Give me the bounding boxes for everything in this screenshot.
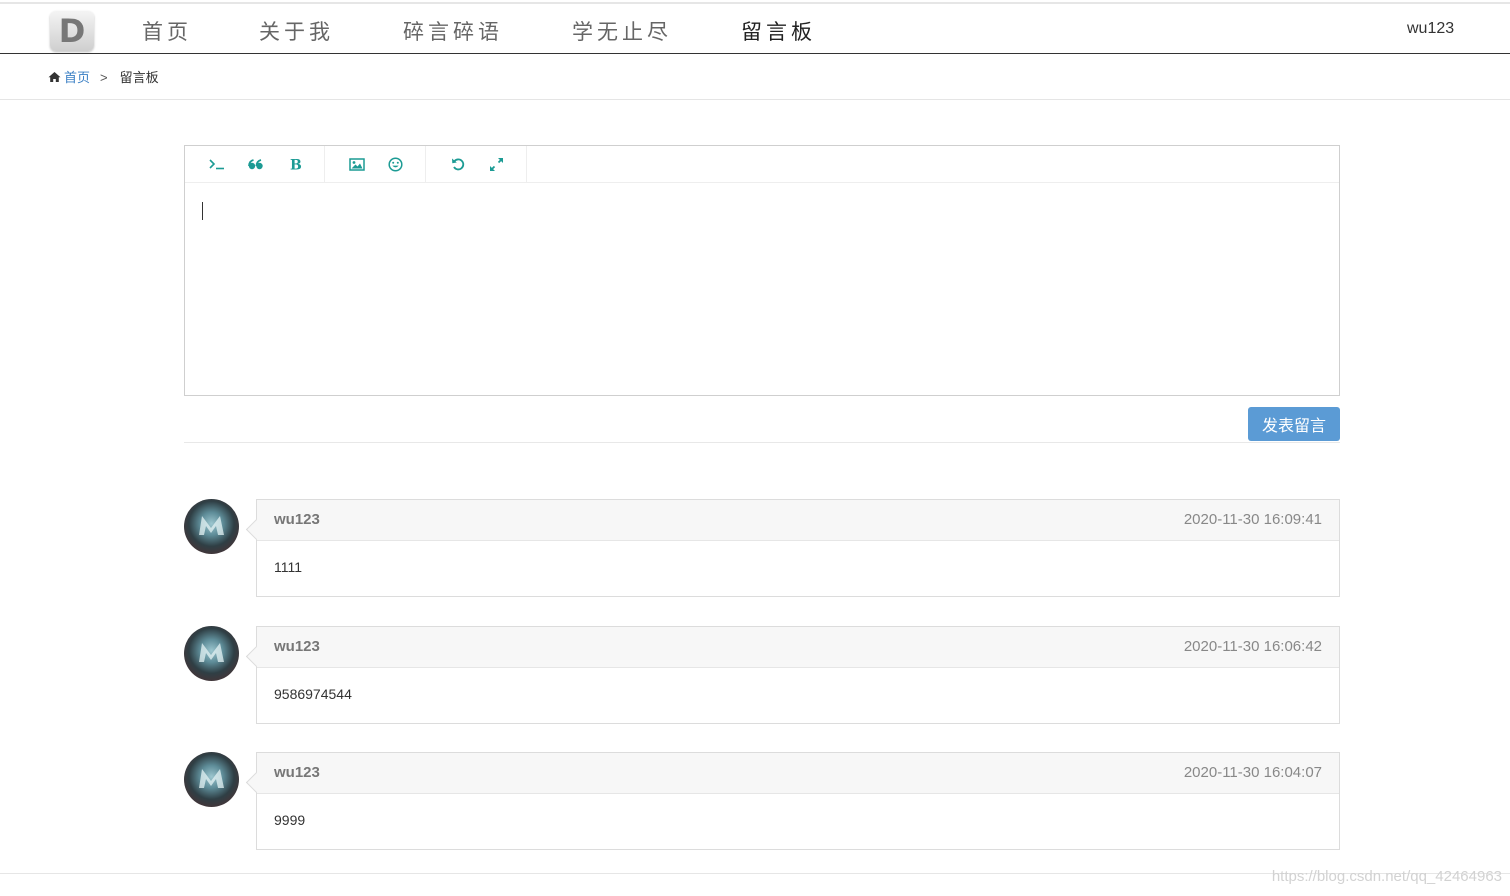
comment-time: 2020-11-30 16:09:41 — [1183, 511, 1322, 528]
comment-content: 1111 — [274, 559, 303, 575]
comment-header: wu123 2020-11-30 16:04:07 — [257, 753, 1339, 794]
svg-text:B: B — [290, 158, 302, 172]
text-caret — [202, 202, 203, 220]
comment-item: wu123 2020-11-30 16:06:42 9586974544 — [184, 626, 1340, 724]
comment-bubble: wu123 2020-11-30 16:04:07 9999 — [256, 752, 1340, 850]
comment-bubble: wu123 2020-11-30 16:09:41 1111 — [256, 499, 1340, 597]
nav-item-notes[interactable]: 碎言碎语 — [403, 16, 503, 46]
comment-bubble: wu123 2020-11-30 16:06:42 9586974544 — [256, 626, 1340, 724]
breadcrumb-current: 留言板 — [119, 70, 159, 85]
smile-icon[interactable] — [376, 149, 415, 179]
comment-time: 2020-11-30 16:04:07 — [1183, 764, 1322, 781]
comment-item: wu123 2020-11-30 16:04:07 9999 — [184, 752, 1340, 850]
toolbar-group-format: B — [185, 146, 325, 182]
comment-content: 9999 — [274, 812, 306, 828]
quote-icon[interactable] — [236, 149, 275, 179]
breadcrumb-home-link[interactable]: 首页 — [64, 70, 90, 85]
editor-textarea[interactable] — [185, 183, 1339, 395]
nav-item-about[interactable]: 关于我 — [259, 16, 334, 46]
avatar[interactable] — [184, 499, 239, 554]
image-icon[interactable] — [337, 149, 376, 179]
terminal-icon[interactable] — [197, 149, 236, 179]
editor-toolbar: B — [185, 146, 1339, 183]
breadcrumb-separator: > — [100, 70, 108, 85]
breadcrumb: 首页 > 留言板 — [48, 67, 159, 86]
comment-content: 9586974544 — [274, 686, 352, 702]
watermark: https://blog.csdn.net/qq_42464963 — [1271, 868, 1502, 885]
site-header: D 首页 关于我 碎言碎语 学无止尽 留言板 wu123 — [0, 4, 1510, 54]
nav-item-learning[interactable]: 学无止尽 — [572, 16, 672, 46]
comment-item: wu123 2020-11-30 16:09:41 1111 — [184, 499, 1340, 597]
comment-header: wu123 2020-11-30 16:06:42 — [257, 627, 1339, 668]
toolbar-group-insert — [325, 146, 426, 182]
site-logo[interactable]: D — [50, 11, 94, 51]
undo-icon[interactable] — [438, 149, 477, 179]
submit-message-button[interactable]: 发表留言 — [1248, 407, 1340, 441]
form-divider — [184, 442, 1340, 443]
toolbar-group-actions — [426, 146, 527, 182]
nav-item-guestbook[interactable]: 留言板 — [741, 16, 816, 46]
bold-icon[interactable]: B — [275, 149, 314, 179]
current-user[interactable]: wu123 — [1407, 20, 1454, 38]
comment-author[interactable]: wu123 — [274, 764, 320, 781]
comment-time: 2020-11-30 16:06:42 — [1183, 638, 1322, 655]
comment-header: wu123 2020-11-30 16:09:41 — [257, 500, 1339, 541]
nav-item-home[interactable]: 首页 — [142, 16, 192, 46]
avatar[interactable] — [184, 626, 239, 681]
comment-author[interactable]: wu123 — [274, 638, 320, 655]
comment-author[interactable]: wu123 — [274, 511, 320, 528]
home-icon — [48, 71, 61, 86]
breadcrumb-divider — [0, 99, 1510, 100]
avatar[interactable] — [184, 752, 239, 807]
fullscreen-icon[interactable] — [477, 149, 516, 179]
message-editor: B — [184, 145, 1340, 396]
